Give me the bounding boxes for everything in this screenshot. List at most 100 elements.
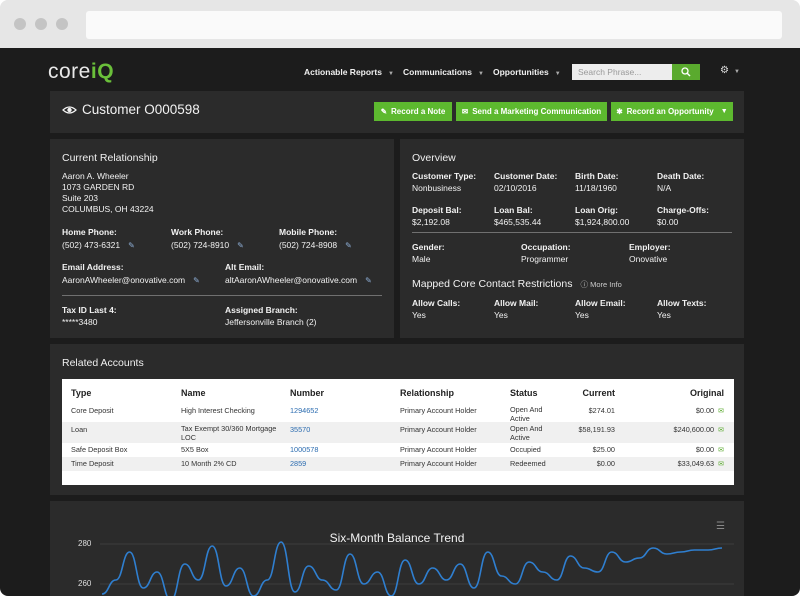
work-phone-value: (502) 724-8910 bbox=[171, 240, 230, 250]
cell-current: $0.00 bbox=[596, 459, 615, 468]
allow-mail-value: Yes bbox=[494, 310, 508, 320]
original-value: $0.00 bbox=[695, 445, 715, 454]
trend-series-line bbox=[101, 541, 723, 596]
pencil-icon[interactable]: ✎ bbox=[128, 241, 135, 250]
cell-name: 10 Month 2% CD bbox=[181, 459, 237, 468]
pencil-icon[interactable]: ✎ bbox=[365, 276, 372, 285]
cell-relationship: Primary Account Holder bbox=[400, 445, 477, 454]
cell-relationship: Primary Account Holder bbox=[400, 425, 477, 434]
envelope-icon[interactable]: ✉ bbox=[718, 447, 724, 456]
restrictions-title-text: Mapped Core Contact Restrictions bbox=[412, 278, 573, 290]
nav-actionable-reports[interactable]: Actionable Reports ▼ bbox=[304, 67, 394, 77]
settings-menu[interactable]: ⚙ ▼ bbox=[720, 65, 740, 76]
gender-label: Gender: bbox=[412, 242, 445, 252]
account-number-link[interactable]: 1000578 bbox=[290, 445, 318, 455]
search-input[interactable] bbox=[572, 64, 672, 80]
allow-texts-label: Allow Texts: bbox=[657, 298, 707, 308]
death-date-value: N/A bbox=[657, 183, 672, 193]
column-header-type: Type bbox=[71, 388, 92, 398]
loan-orig-label: Loan Orig: bbox=[575, 205, 618, 215]
cell-original: $240,600.00 ✉ bbox=[624, 425, 724, 436]
info-circle-icon: ⓘ bbox=[580, 280, 589, 289]
occupation-label: Occupation: bbox=[521, 242, 571, 252]
work-phone-label: Work Phone: bbox=[171, 227, 224, 237]
button-label: Record an Opportunity bbox=[626, 107, 714, 116]
customer-date-value: 02/10/2016 bbox=[494, 183, 537, 193]
more-info-link[interactable]: ⓘ More Info bbox=[581, 280, 622, 289]
browser-window: coreiQ Actionable Reports ▼ Communication… bbox=[0, 0, 800, 596]
nav-opportunities[interactable]: Opportunities ▼ bbox=[493, 67, 561, 77]
account-number-link[interactable]: 2859 bbox=[290, 459, 306, 469]
cell-relationship: Primary Account Holder bbox=[400, 459, 477, 468]
nav-communications[interactable]: Communications ▼ bbox=[403, 67, 484, 77]
trend-chart bbox=[100, 541, 734, 596]
more-info-text: More Info bbox=[590, 280, 622, 289]
deposit-bal-label: Deposit Bal: bbox=[412, 205, 462, 215]
allow-calls-value: Yes bbox=[412, 310, 426, 320]
account-number-link[interactable]: 35570 bbox=[290, 425, 310, 435]
email-label: Email Address: bbox=[62, 262, 124, 272]
envelope-icon[interactable]: ✉ bbox=[718, 408, 724, 417]
loan-orig-value: $1,924,800.00 bbox=[575, 217, 630, 227]
alt-email-field: altAaronAWheeler@onovative.com ✎ bbox=[225, 275, 372, 285]
taxid-label: Tax ID Last 4: bbox=[62, 305, 117, 315]
account-number-link[interactable]: 1294652 bbox=[290, 406, 318, 416]
customer-date-label: Customer Date: bbox=[494, 171, 558, 181]
coreiq-logo[interactable]: coreiQ bbox=[48, 60, 114, 84]
envelope-icon[interactable]: ✉ bbox=[718, 427, 724, 436]
pencil-icon[interactable]: ✎ bbox=[345, 241, 352, 250]
button-label: Send a Marketing Communication bbox=[472, 107, 602, 116]
charge-offs-label: Charge-Offs: bbox=[657, 205, 709, 215]
alt-email-value: altAaronAWheeler@onovative.com bbox=[225, 275, 358, 285]
search-icon bbox=[681, 67, 691, 77]
eye-icon bbox=[62, 105, 77, 114]
edit-icon: ✎ bbox=[380, 107, 388, 116]
pencil-icon[interactable]: ✎ bbox=[237, 241, 244, 250]
taxid-value: *****3480 bbox=[62, 317, 98, 327]
email-value: AaronAWheeler@onovative.com bbox=[62, 275, 186, 285]
mobile-phone-value: (502) 724-8908 bbox=[279, 240, 338, 250]
nav-label: Opportunities bbox=[493, 67, 549, 77]
address-bar[interactable] bbox=[86, 11, 782, 39]
button-label: Record a Note bbox=[391, 107, 446, 116]
table-row[interactable]: Safe Deposit Box 5X5 Box 1000578 Primary… bbox=[62, 443, 734, 457]
app-root: coreiQ Actionable Reports ▼ Communication… bbox=[0, 48, 800, 596]
home-phone-field: (502) 473-6321 ✎ bbox=[62, 240, 135, 250]
table-row[interactable]: Loan Tax Exempt 30/360 Mortgage LOC 3557… bbox=[62, 422, 734, 443]
gear-icon: ⚙ bbox=[720, 65, 729, 76]
pencil-icon[interactable]: ✎ bbox=[193, 276, 200, 285]
customer-title-text: Customer O000598 bbox=[82, 102, 200, 117]
record-opportunity-button[interactable]: ✱ Record an Opportunity ▼ bbox=[611, 102, 733, 121]
table-row[interactable]: Core Deposit High Interest Checking 1294… bbox=[62, 403, 734, 422]
send-marketing-button[interactable]: ✉ Send a Marketing Communication bbox=[456, 102, 607, 121]
table-row[interactable]: Time Deposit 10 Month 2% CD 2859 Primary… bbox=[62, 457, 734, 471]
window-close-dot[interactable] bbox=[14, 18, 26, 30]
birth-date-label: Birth Date: bbox=[575, 171, 619, 181]
column-header-current: Current bbox=[582, 388, 615, 398]
search-button[interactable] bbox=[672, 64, 700, 80]
window-minimize-dot[interactable] bbox=[35, 18, 47, 30]
panel-title: Overview bbox=[412, 152, 456, 164]
window-maximize-dot[interactable] bbox=[56, 18, 68, 30]
envelope-icon[interactable]: ✉ bbox=[718, 461, 724, 470]
nav-label: Communications bbox=[403, 67, 472, 77]
allow-email-value: Yes bbox=[575, 310, 589, 320]
work-phone-field: (502) 724-8910 ✎ bbox=[171, 240, 244, 250]
cell-original: $0.00 ✉ bbox=[624, 406, 724, 417]
record-note-button[interactable]: ✎ Record a Note bbox=[374, 102, 452, 121]
employer-value: Onovative bbox=[629, 254, 668, 264]
birth-date-value: 11/18/1960 bbox=[575, 183, 617, 193]
column-header-name: Name bbox=[181, 388, 206, 398]
loan-bal-label: Loan Bal: bbox=[494, 205, 533, 215]
nav-label: Actionable Reports bbox=[304, 67, 382, 77]
logo-text-iq: iQ bbox=[90, 60, 115, 83]
chevron-down-icon: ▼ bbox=[733, 69, 740, 75]
customer-name: Aaron A. Wheeler bbox=[62, 171, 129, 181]
allow-calls-label: Allow Calls: bbox=[412, 298, 461, 308]
cell-current: $274.01 bbox=[588, 406, 615, 415]
cell-original: $0.00 ✉ bbox=[624, 445, 724, 456]
column-header-original: Original bbox=[689, 388, 724, 398]
chevron-down-icon: ▼ bbox=[387, 71, 394, 77]
cell-type: Time Deposit bbox=[71, 459, 114, 468]
column-header-number: Number bbox=[290, 388, 325, 398]
